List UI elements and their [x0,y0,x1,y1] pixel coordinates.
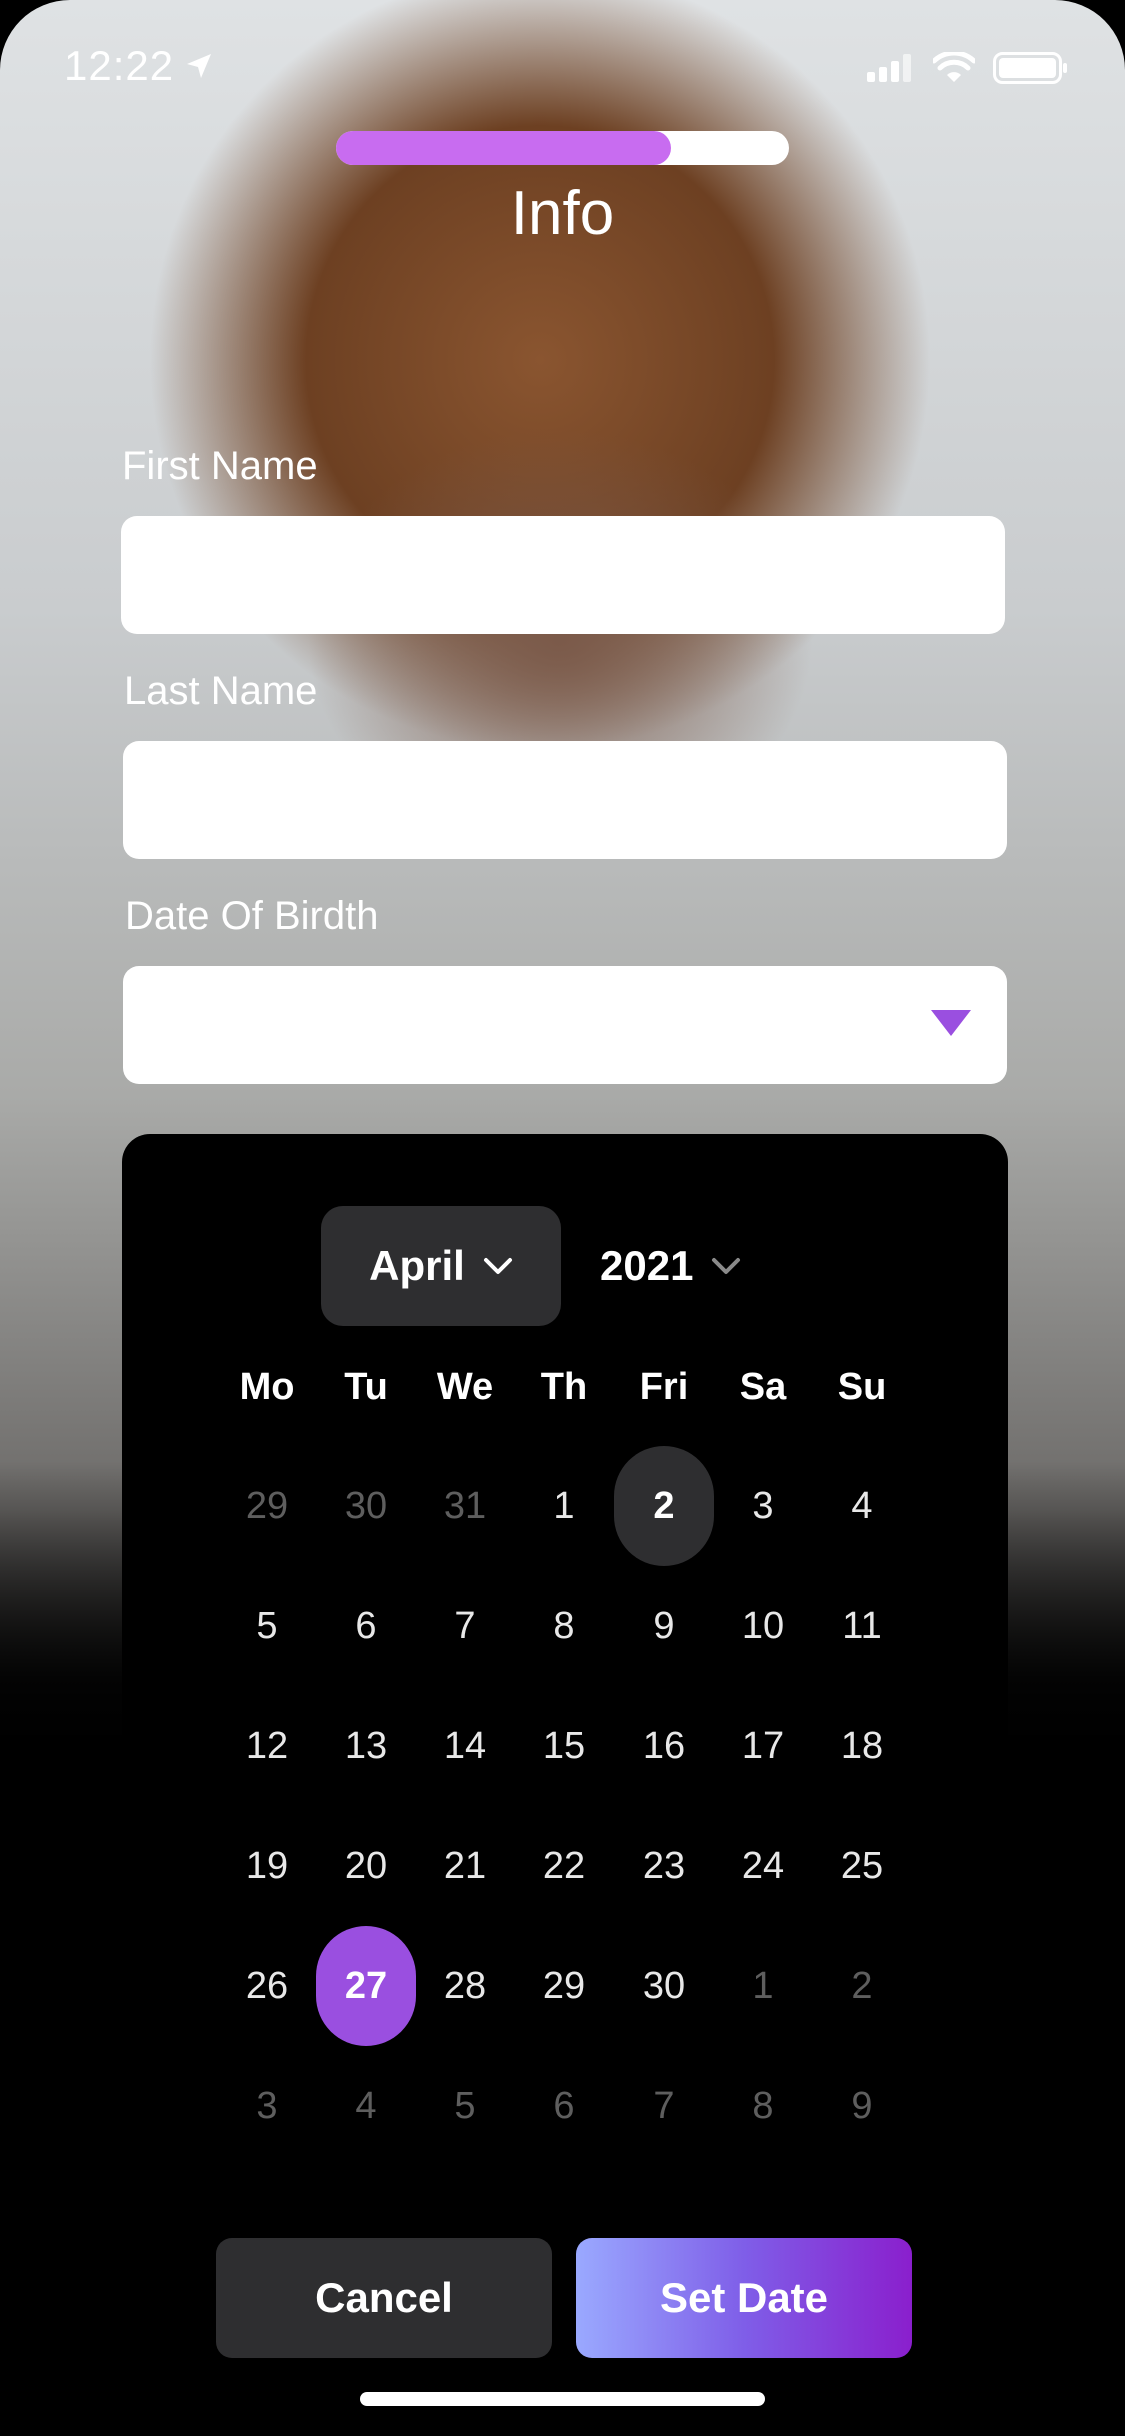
status-icons [867,52,1069,84]
chevron-down-icon [712,1258,741,1274]
status-time: 12:22 [64,42,214,90]
calendar-day[interactable]: 31 [415,1446,515,1566]
dropdown-triangle-icon [931,1010,971,1036]
calendar-day[interactable]: 2 [812,1926,912,2046]
calendar-day[interactable]: 28 [415,1926,515,2046]
calendar-day[interactable]: 20 [316,1806,416,1926]
calendar-day[interactable]: 19 [217,1806,317,1926]
progress-bar [336,131,789,165]
calendar-day[interactable]: 10 [713,1566,813,1686]
calendar-day[interactable]: 18 [812,1686,912,1806]
progress-fill [336,131,672,165]
calendar-day[interactable]: 26 [217,1926,317,2046]
battery-icon [993,52,1067,84]
weekday-label: Mo [239,1366,295,1408]
calendar-day[interactable]: 5 [217,1566,317,1686]
calendar-day[interactable]: 30 [316,1446,416,1566]
calendar-day[interactable]: 7 [415,1566,515,1686]
month-label: April [369,1242,465,1289]
last-name-field[interactable] [123,741,1007,859]
calendar-day[interactable]: 23 [614,1806,714,1926]
calendar-day[interactable]: 4 [316,2046,416,2166]
first-name-label: First Name [122,444,318,488]
home-indicator [360,2392,765,2406]
year-label: 2021 [600,1242,694,1289]
calendar-day[interactable]: 29 [514,1926,614,2046]
weekday-label: We [436,1366,494,1408]
calendar-day[interactable]: 14 [415,1686,515,1806]
calendar-day[interactable]: 7 [614,2046,714,2166]
calendar-day[interactable]: 22 [514,1806,614,1926]
calendar-day[interactable]: 5 [415,2046,515,2166]
calendar-day[interactable]: 9 [614,1566,714,1686]
calendar-day[interactable]: 8 [514,1566,614,1686]
calendar-day[interactable]: 17 [713,1686,813,1806]
calendar-day[interactable]: 9 [812,2046,912,2166]
dob-dropdown[interactable] [123,966,1007,1084]
weekday-label: Sa [739,1366,787,1408]
wifi-icon [933,52,975,82]
calendar-day[interactable]: 25 [812,1806,912,1926]
first-name-field[interactable] [121,516,1005,634]
location-arrow-icon [187,54,212,78]
calendar-day[interactable]: 13 [316,1686,416,1806]
signal-icon [867,54,911,82]
calendar-day[interactable]: 8 [713,2046,813,2166]
cancel-button[interactable]: Cancel [216,2238,552,2358]
page-title: Info [510,179,615,248]
calendar-day[interactable]: 3 [713,1446,813,1566]
calendar-day[interactable]: 1 [514,1446,614,1566]
status-time-text: 12:22 [64,42,175,89]
weekday-label: Fri [639,1366,689,1408]
calendar-day[interactable]: 21 [415,1806,515,1926]
weekday-label: Th [540,1366,588,1408]
calendar-day[interactable]: 15 [514,1686,614,1806]
dob-label: Date Of Birdth [125,894,379,938]
calendar-day[interactable]: 3 [217,2046,317,2166]
year-select[interactable]: 2021 [600,1206,780,1326]
calendar-day[interactable]: 1 [713,1926,813,2046]
calendar-day[interactable]: 6 [316,1566,416,1686]
calendar-day[interactable]: 6 [514,2046,614,2166]
set-date-button[interactable]: Set Date [576,2238,912,2358]
calendar-day[interactable]: 4 [812,1446,912,1566]
calendar-day[interactable]: 29 [217,1446,317,1566]
calendar-day[interactable]: 16 [614,1686,714,1806]
month-select[interactable]: April [321,1206,561,1326]
calendar-day[interactable]: 12 [217,1686,317,1806]
calendar-day-selected[interactable]: 27 [316,1926,416,2046]
chevron-down-icon [483,1258,512,1274]
phone-screen: 12:22 Info First Name Last Name Date Of … [0,0,1125,2436]
last-name-label: Last Name [124,669,318,713]
calendar-day[interactable]: 30 [614,1926,714,2046]
calendar-day-today[interactable]: 2 [614,1446,714,1566]
weekday-label: Su [837,1366,887,1408]
calendar-day[interactable]: 24 [713,1806,813,1926]
weekday-label: Tu [344,1366,388,1408]
calendar-day[interactable]: 11 [812,1566,912,1686]
